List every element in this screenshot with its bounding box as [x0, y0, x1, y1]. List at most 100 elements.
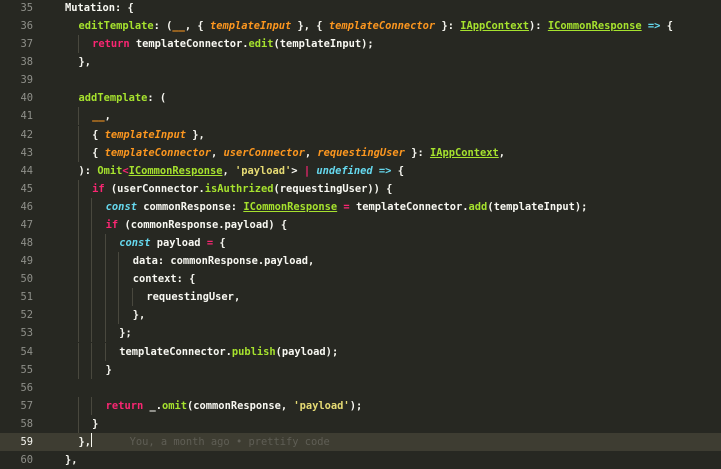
line-number: 45 [20, 182, 33, 195]
code-token: : ( [153, 20, 173, 33]
code-token: , [210, 146, 224, 159]
code-line[interactable]: 59}, You, a month ago • prettify code [0, 432, 721, 451]
code-text: templateConnector.publish(payload); [119, 343, 338, 361]
code-line[interactable]: 60}, [0, 451, 721, 469]
code-token: addTemplate [78, 92, 148, 105]
code-token: __ [172, 20, 185, 33]
code-line[interactable]: 49 data: commonResponse.payload, [0, 252, 721, 271]
code-text: }, [79, 53, 92, 71]
code-line[interactable]: 55} [0, 360, 721, 379]
indent-guide [77, 414, 79, 433]
code-token: ICommonResponse [243, 200, 338, 213]
code-token: }: [404, 146, 430, 159]
code-token: IAppContext [429, 146, 499, 159]
code-line[interactable]: 45 if (userConnector.isAuthrized(requesti… [0, 179, 721, 198]
code-token: Omit [97, 164, 123, 177]
code-token: ICommonResponse [547, 20, 642, 33]
indent-guide [131, 288, 133, 307]
line-number: 50 [20, 273, 33, 286]
indent-guide [77, 234, 79, 253]
code-token: ): [78, 164, 98, 177]
code-line[interactable]: 56 [0, 379, 721, 397]
code-line[interactable]: 53}; [0, 324, 721, 343]
code-line[interactable]: 48 const payload = { [0, 234, 721, 253]
code-line[interactable]: 36 editTemplate: (__, { templateInput }, … [0, 17, 721, 35]
code-token: , [304, 146, 318, 159]
indent-guide [91, 197, 93, 216]
indent-guide [77, 360, 79, 379]
indent-guide [91, 215, 93, 234]
code-token: ); [349, 399, 363, 412]
indent-guide [104, 306, 106, 325]
code-token: publish [231, 345, 276, 358]
code-token: omit [162, 399, 188, 412]
code-token: => [641, 20, 667, 33]
code-token: templateInput [209, 20, 292, 33]
code-text: { templateConnector, userConnector, requ… [92, 144, 505, 162]
code-token: , [104, 110, 111, 123]
line-number: 59 [20, 435, 33, 448]
code-line[interactable]: 38}, [0, 53, 721, 71]
code-line[interactable]: 43 { templateConnector, userConnector, re… [0, 143, 721, 162]
line-number: 38 [20, 56, 33, 69]
code-token: }, [65, 454, 78, 466]
code-token: payload [150, 237, 207, 250]
code-line[interactable]: 51 requestingUser, [0, 288, 721, 307]
code-token: editTemplate [78, 20, 154, 33]
code-line[interactable]: 40 addTemplate: ( [0, 89, 721, 107]
code-token: return [92, 38, 130, 51]
code-line[interactable]: 37 return templateConnector.edit(template… [0, 35, 721, 54]
code-token: requestingUser, [146, 291, 241, 304]
line-number: 40 [20, 92, 33, 105]
line-number: 49 [20, 255, 33, 268]
code-token: (templateInput); [273, 38, 374, 51]
code-token: }; [119, 327, 132, 340]
code-token: const [119, 237, 151, 250]
code-line[interactable]: 46 const commonResponse: ICommonResponse … [0, 197, 721, 216]
code-line[interactable]: 35 Mutation: { [0, 0, 721, 17]
code-token: (userConnector. [104, 182, 205, 195]
line-number: 55 [20, 363, 33, 376]
line-number: 56 [20, 381, 33, 394]
code-line[interactable]: 52}, [0, 306, 721, 325]
code-text: if (userConnector.isAuthrized(requesting… [92, 180, 392, 198]
code-token: (commonResponse.payload) { [118, 218, 288, 231]
code-token: , [498, 146, 506, 159]
code-token: templateConnector. [355, 200, 469, 213]
indent-guide [77, 215, 79, 234]
indent-guide [77, 252, 79, 271]
line-number: 44 [20, 164, 33, 177]
code-line[interactable]: 57 return _.omit(commonResponse, 'payload… [0, 396, 721, 415]
indent-guide [104, 288, 106, 307]
code-token: isAuthrized [204, 182, 274, 195]
code-token: 'payload' [293, 399, 350, 412]
code-line[interactable]: 39 [0, 71, 721, 89]
indent-guide [77, 396, 79, 415]
indent-guide [91, 360, 93, 379]
indent-guide [91, 306, 93, 325]
git-blame-annotation: You, a month ago • prettify code [92, 435, 330, 448]
code-text: return _.omit(commonResponse, 'payload')… [106, 397, 363, 415]
indent-guide [104, 324, 106, 343]
code-token: data: commonResponse.payload, [132, 255, 315, 268]
code-line[interactable]: 47 if (commonResponse.payload) { [0, 215, 721, 234]
code-line[interactable]: 58} [0, 414, 721, 433]
code-line[interactable]: 50 context: { [0, 270, 721, 289]
code-editor[interactable]: 35 Mutation: {36 editTemplate: (__, { temp… [0, 0, 721, 466]
code-text: }, [65, 451, 78, 469]
code-token: }: [435, 20, 461, 33]
indent-guide [77, 197, 79, 216]
code-token: undefined [316, 164, 373, 177]
code-token: > [291, 164, 304, 177]
code-line[interactable]: 41 __, [0, 107, 721, 126]
code-line[interactable]: 54 templateConnector.publish(payload); [0, 342, 721, 361]
code-line[interactable]: 42 { templateInput }, [0, 125, 721, 144]
code-line[interactable]: 44): Omit<ICommonResponse, 'payload'> | … [0, 162, 721, 180]
code-token: (commonResponse, [187, 399, 294, 412]
code-text: Mutation: { [65, 0, 134, 17]
code-text: return templateConnector.edit(templateIn… [92, 35, 374, 53]
line-number: 48 [20, 237, 33, 250]
code-token: } [92, 417, 99, 430]
indent-guide [77, 270, 79, 289]
indent-guide [77, 143, 79, 162]
